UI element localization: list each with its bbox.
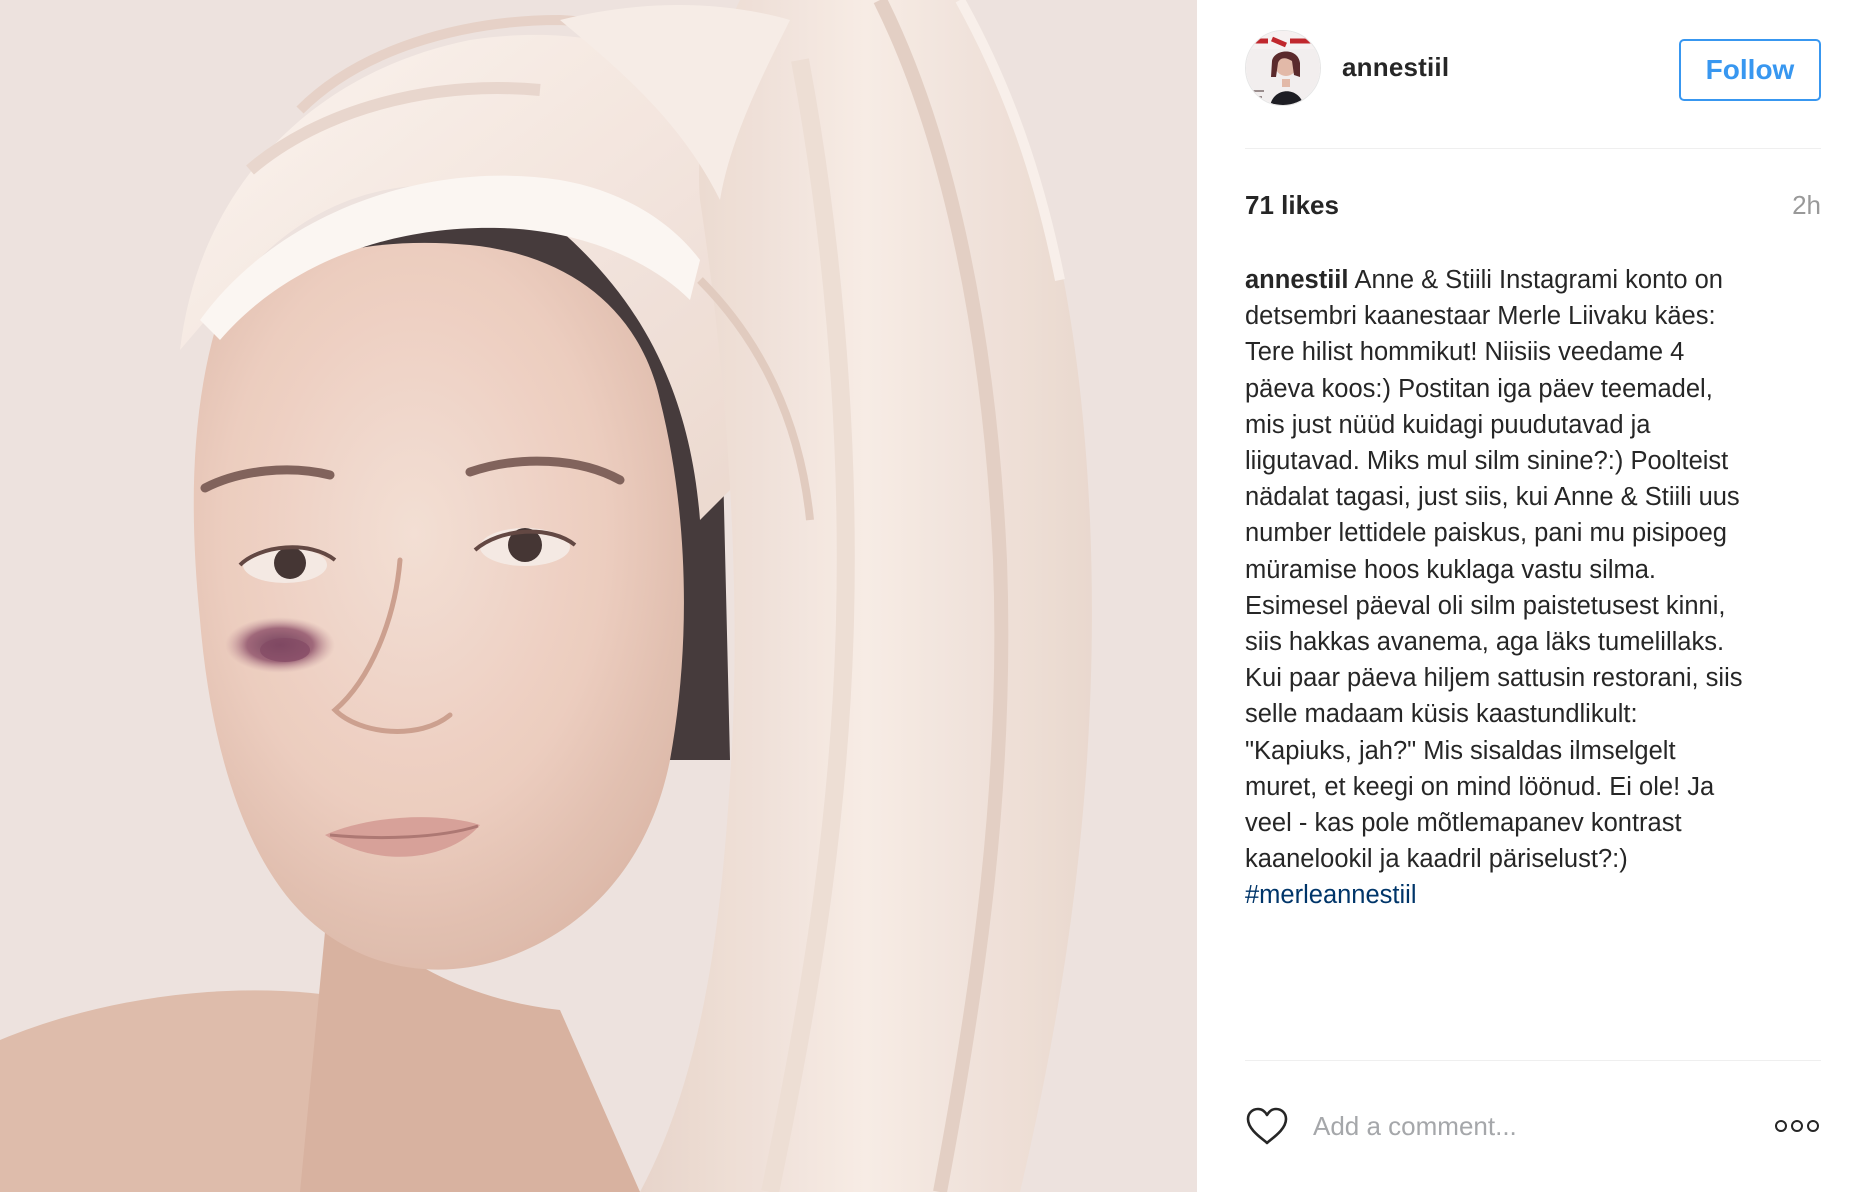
caption-line: mis just nüüd kuidagi puudutavad ja <box>1245 410 1651 439</box>
caption-line: #merleannestiil <box>1245 877 1825 913</box>
caption-line: Kui paar päeva hiljem sattusin restorani… <box>1245 664 1743 693</box>
caption-line: päeva koos:) Postitan iga päev teemadel, <box>1245 374 1713 403</box>
comment-divider <box>1245 1060 1821 1061</box>
post-sidebar: annestiil Follow 71 likes 2h annestiil An… <box>1197 0 1864 1192</box>
comment-input[interactable] <box>1313 1100 1743 1152</box>
caption-line: veel - kas pole mõtlemapanev kontrast <box>1245 809 1682 838</box>
post-caption: annestiil Anne & Stiili Instagrami konto … <box>1245 262 1825 914</box>
caption-line: Esimesel päeval oli silm paistetusest ki… <box>1245 591 1726 620</box>
caption-line: "Kapiuks, jah?" Mis sisaldas ilmselgelt <box>1245 736 1676 765</box>
post-timestamp[interactable]: 2h <box>1792 190 1821 221</box>
instagram-post-page: annestiil Follow 71 likes 2h annestiil An… <box>0 0 1864 1192</box>
heart-icon[interactable] <box>1245 1106 1289 1146</box>
caption-line: müramise hoos kuklaga vastu silma. <box>1245 555 1657 584</box>
caption-line: muret, et keegi on mind löönud. Ei ole! … <box>1245 772 1715 801</box>
more-options-icon[interactable] <box>1773 1114 1821 1138</box>
caption-line: number lettidele paiskus, pani mu pisipo… <box>1245 519 1727 548</box>
caption-line: kaanelookil ja kaadril päriselust?:) <box>1245 845 1628 874</box>
selfie-image <box>0 0 1197 1192</box>
header-divider <box>1245 148 1821 149</box>
caption-line: liigutavad. Miks mul silm sinine?:) Pool… <box>1245 447 1729 476</box>
post-photo[interactable] <box>0 0 1197 1192</box>
caption-line: Tere hilist hommikut! Niisiis veedame 4 <box>1245 338 1685 367</box>
caption-line: detsembri kaanestaar Merle Liivaku käes: <box>1245 302 1716 331</box>
comment-bar <box>1245 1100 1821 1152</box>
post-header: annestiil Follow <box>1245 30 1821 114</box>
caption-line: nädalat tagasi, just siis, kui Anne & St… <box>1245 483 1740 512</box>
caption-text: Anne & Stiili Instagrami konto on <box>1354 266 1723 294</box>
likes-count[interactable]: 71 likes <box>1245 190 1339 221</box>
post-username[interactable]: annestiil <box>1342 52 1449 83</box>
caption-line: siis hakkas avanema, aga läks tumelillak… <box>1245 628 1725 657</box>
hashtag-link[interactable]: #merleannestiil <box>1245 881 1417 909</box>
avatar[interactable] <box>1245 30 1321 106</box>
caption-username[interactable]: annestiil <box>1245 266 1348 294</box>
follow-button[interactable]: Follow <box>1679 39 1821 101</box>
avatar-image <box>1246 31 1320 105</box>
caption-line: selle madaam küsis kaastundlikult: <box>1245 700 1638 729</box>
caption-line: annestiil Anne & Stiili Instagrami konto … <box>1245 262 1825 298</box>
